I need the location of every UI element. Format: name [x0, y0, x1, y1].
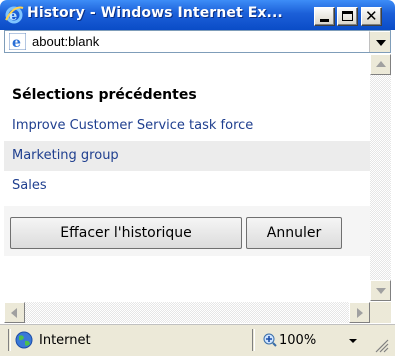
- status-separator: [8, 329, 11, 351]
- address-text[interactable]: about:blank: [32, 34, 99, 49]
- ie-logo-icon: e: [5, 6, 24, 24]
- window-title: History - Windows Internet Ex...: [27, 5, 283, 21]
- maximize-icon: [342, 11, 353, 21]
- svg-text:e: e: [12, 35, 21, 50]
- arrow-right-icon: [357, 308, 363, 318]
- horizontal-scrollbar[interactable]: [4, 302, 370, 323]
- zoom-icon[interactable]: [263, 333, 277, 347]
- clear-history-button[interactable]: Effacer l'historique: [10, 217, 242, 249]
- scroll-left-button[interactable]: [4, 302, 25, 323]
- svg-text:e: e: [9, 9, 17, 24]
- status-bar: Internet 100%: [0, 324, 395, 356]
- ie-page-icon: e: [9, 33, 26, 50]
- address-dropdown-button[interactable]: [369, 31, 390, 52]
- page-heading: Sélections précédentes: [12, 87, 197, 103]
- history-list: Improve Customer Service task force Mark…: [4, 111, 370, 201]
- button-row: Effacer l'historique Annuler: [4, 206, 370, 256]
- close-button[interactable]: ✕: [361, 7, 382, 26]
- chevron-down-icon[interactable]: [349, 339, 357, 343]
- chevron-down-icon: [376, 40, 386, 46]
- page-content: Sélections précédentes Improve Customer …: [4, 54, 370, 326]
- history-item[interactable]: Improve Customer Service task force: [4, 111, 370, 141]
- address-bar[interactable]: e about:blank: [4, 30, 391, 53]
- minimize-button[interactable]: [314, 7, 335, 26]
- globe-icon: [15, 331, 33, 349]
- minimize-icon: [320, 19, 329, 22]
- arrow-down-icon: [376, 288, 386, 294]
- zoom-level-label[interactable]: 100%: [279, 333, 316, 348]
- vertical-scrollbar[interactable]: [370, 54, 391, 301]
- maximize-button[interactable]: [337, 7, 358, 26]
- title-bar[interactable]: e History - Windows Internet Ex... ✕: [0, 0, 395, 30]
- scrollbar-corner: [370, 302, 391, 323]
- close-icon: ✕: [365, 7, 378, 25]
- scroll-right-button[interactable]: [349, 302, 370, 323]
- scroll-down-button[interactable]: [370, 280, 391, 301]
- arrow-up-icon: [376, 61, 386, 67]
- scroll-up-button[interactable]: [370, 54, 391, 75]
- security-zone-label: Internet: [39, 333, 91, 348]
- cancel-button[interactable]: Annuler: [246, 217, 342, 249]
- status-separator: [252, 329, 255, 351]
- arrow-left-icon: [11, 308, 17, 318]
- history-item[interactable]: Sales: [4, 171, 370, 201]
- resize-grip-icon[interactable]: [373, 337, 389, 353]
- history-item[interactable]: Marketing group: [4, 141, 370, 171]
